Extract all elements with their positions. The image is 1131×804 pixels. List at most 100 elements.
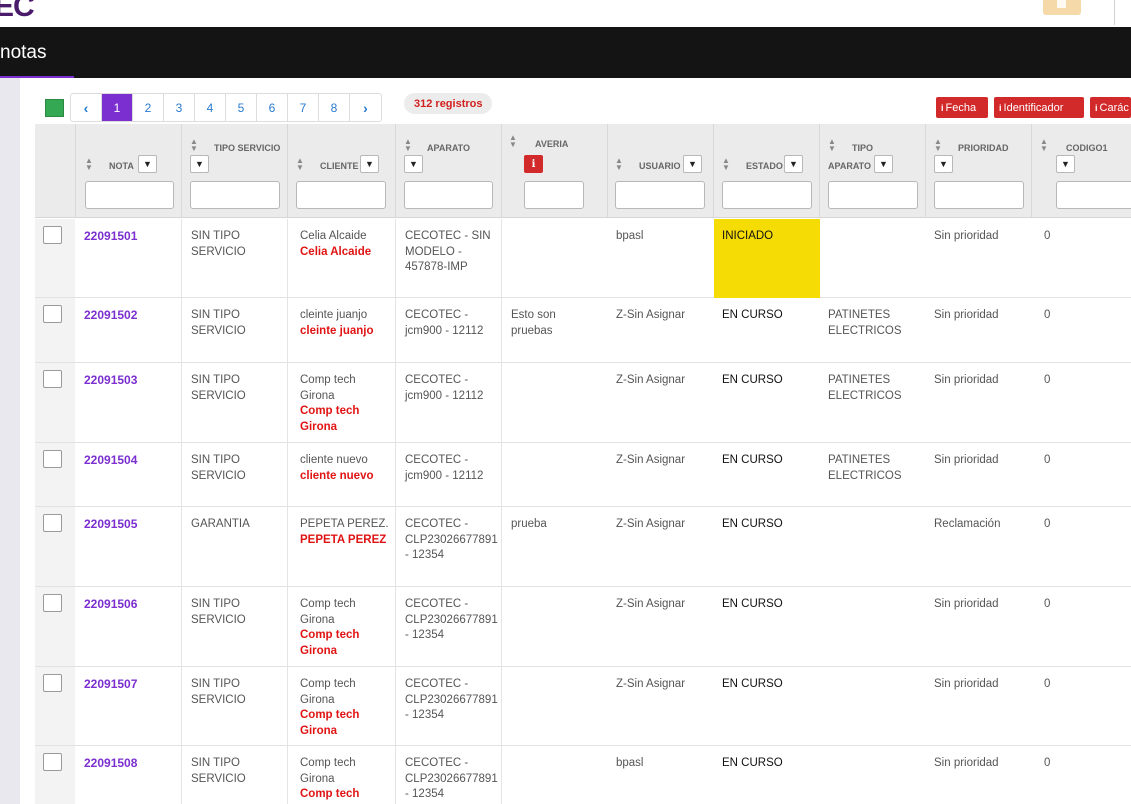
table-row[interactable]: 22091507 SIN TIPO SERVICIO Comp tech Girona C…: [35, 667, 1131, 746]
top-header: EC: [0, 0, 1131, 27]
row-checkbox[interactable]: [43, 450, 62, 468]
pager-page-2[interactable]: 2: [133, 94, 164, 121]
nota-link[interactable]: 22091502: [84, 308, 137, 324]
sort-icon[interactable]: ▲ ▼: [722, 157, 730, 172]
row-checkbox[interactable]: [43, 305, 62, 323]
aparato-filter-input[interactable]: [404, 181, 493, 209]
info-icon[interactable]: i: [524, 155, 543, 173]
averia-filter-input[interactable]: [524, 181, 584, 209]
col-estado-label: ESTADO: [746, 161, 783, 171]
table-row[interactable]: 22091508 SIN TIPO SERVICIO Comp tech Girona C…: [35, 746, 1131, 804]
cliente-filter-input[interactable]: [296, 181, 386, 209]
nota-link[interactable]: 22091501: [84, 229, 137, 245]
row-checkbox[interactable]: [43, 753, 62, 771]
codigo1-cell: 0: [1044, 678, 1051, 690]
export-excel-button[interactable]: [45, 99, 64, 117]
pager-page-6[interactable]: 6: [257, 94, 288, 121]
pager-page-3[interactable]: 3: [164, 94, 195, 121]
tipo-servicio-filter-input[interactable]: [190, 181, 280, 209]
pager-page-8[interactable]: 8: [319, 94, 350, 121]
row-checkbox[interactable]: [43, 674, 62, 692]
identificador-button[interactable]: i Identificador: [994, 97, 1084, 118]
aparato-cell: CECOTEC - SIN MODELO - 457878-IMP: [405, 229, 491, 276]
filter-icon[interactable]: ▼: [360, 155, 379, 173]
table-row[interactable]: 22091503 SIN TIPO SERVICIO Comp tech Girona C…: [35, 363, 1131, 443]
filter-icon[interactable]: ▼: [874, 155, 893, 173]
nota-link[interactable]: 22091508: [84, 756, 137, 772]
nota-link[interactable]: 22091507: [84, 677, 137, 693]
row-checkbox[interactable]: [43, 370, 62, 388]
cell-separator: [395, 443, 396, 506]
sort-icon[interactable]: ▲ ▼: [509, 134, 517, 149]
sort-icon[interactable]: ▲ ▼: [296, 157, 304, 172]
nota-link[interactable]: 22091506: [84, 597, 137, 613]
aparato-cell: CECOTEC - CLP23026677891 - 12354: [405, 517, 498, 564]
nota-filter-input[interactable]: [85, 181, 174, 209]
identificador-button-label: Identificador: [1003, 101, 1064, 114]
col-tipo-servicio: ▲ ▼ TIPO SERVICIO ▼: [181, 124, 287, 218]
sort-icon[interactable]: ▲ ▼: [615, 157, 623, 172]
usuario-filter-input[interactable]: [615, 181, 705, 209]
filter-icon[interactable]: ▼: [934, 155, 953, 173]
cliente-name: Comp tech: [300, 598, 356, 610]
sort-icon[interactable]: ▲ ▼: [828, 138, 836, 153]
table-row[interactable]: 22091502 SIN TIPO SERVICIO cleinte juanjo cl…: [35, 298, 1131, 363]
usuario-cell: Z-Sin Asignar: [616, 598, 686, 610]
filter-icon[interactable]: ▼: [404, 155, 423, 173]
nota-link[interactable]: 22091504: [84, 453, 137, 469]
header-divider: [1114, 0, 1115, 25]
pager-page-1[interactable]: 1: [102, 94, 133, 121]
sort-icon[interactable]: ▲ ▼: [1040, 138, 1048, 153]
pager-page-5[interactable]: 5: [226, 94, 257, 121]
document-button[interactable]: [1043, 0, 1081, 15]
pager-page-4[interactable]: 4: [195, 94, 226, 121]
filter-icon[interactable]: ▼: [190, 155, 209, 173]
table-row[interactable]: 22091506 SIN TIPO SERVICIO Comp tech Girona C…: [35, 587, 1131, 667]
fecha-button[interactable]: i Fecha: [936, 97, 988, 118]
brand-logo[interactable]: EC: [0, 0, 35, 24]
sort-icon[interactable]: ▲ ▼: [404, 138, 412, 153]
filter-icon[interactable]: ▼: [138, 155, 157, 173]
table-row[interactable]: 22091505 GARANTIA PEPETA PEREZ. PEPETA PERE…: [35, 507, 1131, 587]
cliente-cell: Comp tech Girona Comp tech: [300, 756, 359, 803]
row-checkbox[interactable]: [43, 594, 62, 612]
sort-icon[interactable]: ▲ ▼: [934, 138, 942, 153]
col-aparato-label: APARATO: [427, 143, 471, 153]
estado-filter-input[interactable]: [722, 181, 812, 209]
cliente-name-highlight: Celia Alcaide: [300, 245, 372, 258]
cell-separator: [395, 298, 396, 362]
col-cliente-label: CLIENTE: [320, 161, 359, 171]
sort-icon[interactable]: ▲ ▼: [190, 138, 198, 153]
codigo1-filter-input[interactable]: [1056, 181, 1131, 209]
tipo-aparato-cell: PATINETES ELECTRICOS: [828, 453, 902, 484]
pager-next-button[interactable]: ›: [350, 94, 381, 121]
sort-icon[interactable]: ▲ ▼: [85, 157, 93, 172]
prioridad-cell: Sin prioridad: [934, 678, 999, 690]
cell-separator: [181, 746, 182, 804]
nota-link[interactable]: 22091505: [84, 517, 137, 533]
row-checkbox[interactable]: [43, 514, 62, 532]
cell-separator: [501, 219, 502, 297]
nota-link[interactable]: 22091503: [84, 373, 137, 389]
row-checkbox[interactable]: [43, 226, 62, 244]
tipo-aparato-cell: PATINETES ELECTRICOS: [828, 373, 902, 404]
filter-icon[interactable]: ▼: [1056, 155, 1075, 173]
cell-separator: [287, 298, 288, 362]
cell-separator: [395, 667, 396, 745]
cliente-name: Girona: [300, 772, 335, 785]
filter-icon[interactable]: ▼: [683, 155, 702, 173]
prioridad-filter-input[interactable]: [934, 181, 1024, 209]
info-icon: i: [941, 102, 944, 113]
table-row[interactable]: 22091501 SIN TIPO SERVICIO Celia Alcaide Cel…: [35, 219, 1131, 298]
cliente-name: cliente nuevo: [300, 454, 368, 466]
table-row[interactable]: 22091504 SIN TIPO SERVICIO cliente nuevo cli…: [35, 443, 1131, 507]
caracteristicas-button[interactable]: i Carác: [1090, 97, 1131, 118]
cell-separator: [287, 587, 288, 666]
filter-icon[interactable]: ▼: [784, 155, 803, 173]
aparato-line: MODELO -: [405, 245, 462, 258]
tipo-servicio-line: SERVICIO: [191, 469, 246, 482]
pager-prev-button[interactable]: ‹: [71, 94, 102, 121]
pager-page-7[interactable]: 7: [288, 94, 319, 121]
tipo-aparato-filter-input[interactable]: [828, 181, 918, 209]
nav-tab-notas[interactable]: notas: [0, 42, 46, 64]
